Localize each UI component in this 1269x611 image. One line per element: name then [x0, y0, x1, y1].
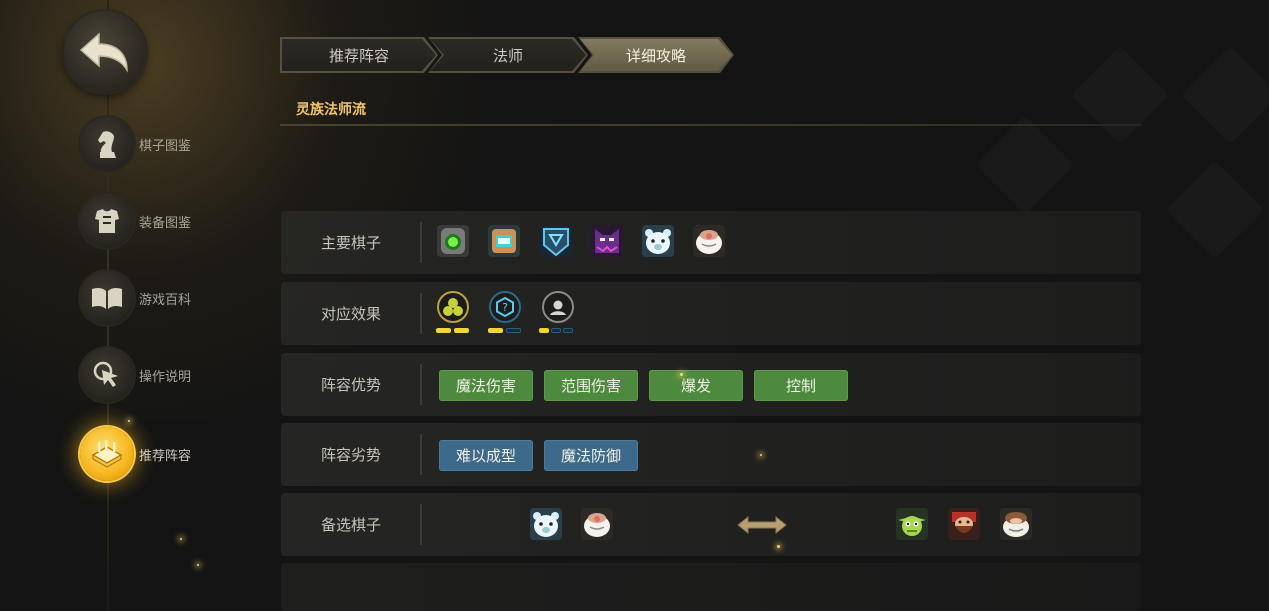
sidebar-item-label: 游戏百科 — [139, 292, 192, 308]
breadcrumb-item-mage[interactable]: 法师 — [428, 37, 588, 73]
sidebar-item-label: 装备图鉴 — [139, 215, 192, 231]
trait-pip — [551, 328, 561, 333]
row-divider — [420, 222, 422, 263]
sidebar-item-label: 推荐阵容 — [139, 448, 192, 464]
sidebar-item-label: 操作说明 — [139, 369, 192, 385]
row-label: 阵容优势 — [320, 376, 381, 394]
breadcrumb-label: 详细攻略 — [625, 46, 686, 65]
sidebar: 棋子图鉴 装备图鉴 游戏百科 操作说明 推荐阵容 — [0, 0, 240, 611]
trait-pip — [436, 328, 451, 333]
chessboard-icon — [80, 427, 134, 481]
background-pattern — [976, 116, 1075, 215]
brown-sheep-icon[interactable] — [1000, 508, 1032, 540]
strength-tag: 范围伤害 — [544, 370, 638, 401]
synergies-row: 对应效果 ? — [281, 282, 1141, 345]
background-pattern — [1071, 46, 1170, 145]
strengths-row: 阵容优势 魔法伤害 范围伤害 爆发 控制 — [281, 353, 1141, 416]
breadcrumb-item-recommended[interactable]: 推荐阵容 — [280, 37, 438, 73]
teal-box-creature-icon[interactable] — [488, 225, 520, 257]
swap-arrows-icon — [737, 515, 787, 535]
title-divider — [280, 124, 1141, 126]
strength-tag: 控制 — [754, 370, 848, 401]
white-sheep-icon[interactable] — [693, 225, 725, 257]
polar-bear-icon[interactable] — [530, 508, 562, 540]
breadcrumb-item-detailed-guide[interactable]: 详细攻略 — [578, 37, 734, 73]
trait-slot[interactable]: ? — [488, 291, 524, 335]
cursor-click-icon — [80, 348, 134, 402]
purple-horned-demon-icon[interactable] — [591, 225, 623, 257]
back-button[interactable] — [64, 11, 146, 93]
breadcrumb: 推荐阵容 法师 详细攻略 — [280, 37, 740, 73]
trait-pip — [488, 328, 503, 333]
trait-pip — [454, 328, 469, 333]
ambient-particle — [777, 545, 780, 548]
weakness-tag: 难以成型 — [439, 440, 533, 471]
strength-tag: 爆发 — [649, 370, 743, 401]
ambient-particle — [680, 373, 683, 376]
row-label: 主要棋子 — [320, 234, 381, 252]
row-divider — [420, 364, 422, 405]
row-divider — [420, 293, 422, 334]
page-title: 灵族法师流 — [296, 102, 366, 118]
triple-circle-trait-icon — [437, 291, 469, 323]
person-circle-trait-icon — [542, 291, 574, 323]
row-label: 阵容劣势 — [320, 446, 381, 464]
breadcrumb-label: 推荐阵容 — [328, 46, 389, 65]
sidebar-item-equipment-encyclopedia[interactable]: 装备图鉴 — [80, 194, 191, 248]
sidebar-item-chess-encyclopedia[interactable]: 棋子图鉴 — [80, 117, 191, 171]
background-pattern — [1181, 46, 1269, 145]
trait-slot[interactable] — [539, 291, 579, 335]
row-divider — [420, 434, 422, 475]
row-label: 备选棋子 — [320, 516, 381, 534]
sidebar-item-label: 棋子图鉴 — [139, 138, 192, 154]
polar-bear-icon[interactable] — [642, 225, 674, 257]
ambient-particle — [180, 538, 182, 540]
trait-pip — [563, 328, 573, 333]
alternatives-row: 备选棋子 — [281, 493, 1141, 556]
main-units-row: 主要棋子 — [281, 211, 1141, 274]
background-pattern — [1166, 161, 1265, 260]
trait-pip — [539, 328, 549, 333]
white-sheep-icon[interactable] — [581, 508, 613, 540]
back-arrow-icon — [79, 32, 128, 73]
blue-shield-mage-icon[interactable] — [540, 225, 572, 257]
knight-icon — [80, 117, 134, 171]
partial-row — [281, 563, 1141, 611]
green-orb-robot-icon[interactable] — [437, 225, 469, 257]
sidebar-item-instructions[interactable]: 操作说明 — [80, 348, 191, 402]
strength-tag: 魔法伤害 — [439, 370, 533, 401]
sidebar-item-game-wiki[interactable]: 游戏百科 — [80, 271, 191, 325]
ambient-particle — [197, 564, 199, 566]
svg-text:?: ? — [502, 301, 508, 314]
ambient-particle — [128, 420, 130, 422]
breadcrumb-label: 法师 — [492, 46, 523, 65]
weaknesses-row: 阵容劣势 难以成型 魔法防御 — [281, 423, 1141, 486]
row-divider — [420, 504, 422, 545]
sidebar-item-recommended-lineups[interactable]: 推荐阵容 — [80, 427, 191, 481]
red-bearded-dwarf-icon[interactable] — [948, 508, 980, 540]
trait-pip — [506, 328, 521, 333]
trait-slot[interactable] — [436, 291, 472, 335]
weakness-tag: 魔法防御 — [544, 440, 638, 471]
row-label: 对应效果 — [320, 305, 381, 323]
book-icon — [80, 271, 134, 325]
armor-icon — [80, 194, 134, 248]
question-hex-trait-icon: ? — [489, 291, 521, 323]
ambient-particle — [760, 454, 762, 456]
green-goblin-icon[interactable] — [896, 508, 928, 540]
